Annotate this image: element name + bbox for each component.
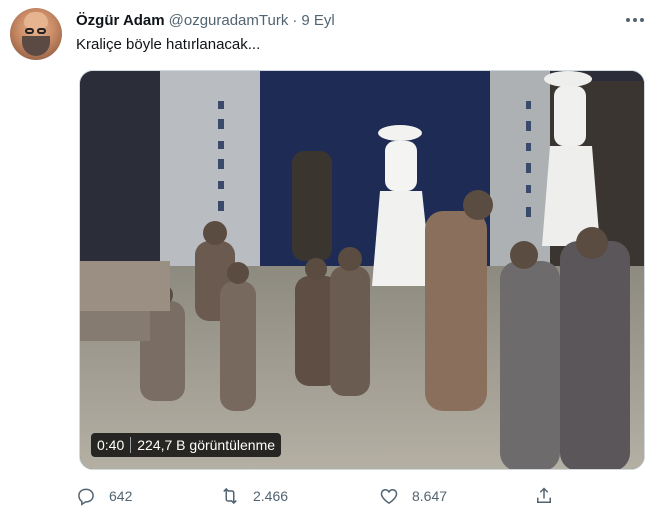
retweet-button[interactable]: 2.466: [220, 484, 288, 508]
tweet-header: Özgür Adam @ozguradamTurk · 9 Eyl: [76, 10, 335, 30]
share-button[interactable]: [534, 484, 554, 508]
more-dot: [633, 18, 637, 22]
tweet-actions: 642 2.466 8.647: [76, 484, 596, 508]
tweet-date[interactable]: 9 Eyl: [301, 12, 334, 29]
avatar-head: [24, 12, 48, 28]
video-player[interactable]: [79, 70, 645, 470]
separator-dot: ·: [292, 11, 298, 29]
heart-icon: [380, 488, 398, 504]
view-count: 224,7 B görüntülenme: [137, 437, 276, 453]
more-options-button[interactable]: [621, 10, 649, 30]
more-dot: [640, 18, 644, 22]
user-handle[interactable]: @ozguradamTurk: [169, 12, 289, 29]
avatar-glasses-right: [37, 28, 46, 34]
like-count: 8.647: [412, 488, 448, 504]
display-name[interactable]: Özgür Adam: [76, 12, 165, 29]
share-icon: [537, 487, 551, 503]
reply-icon: [78, 488, 94, 506]
retweet-count: 2.466: [253, 488, 289, 504]
retweet-icon: [223, 487, 237, 505]
video-frame: [80, 71, 644, 469]
avatar-beard: [22, 36, 50, 56]
badge-divider: [130, 437, 132, 453]
avatar[interactable]: [10, 8, 62, 60]
like-button[interactable]: 8.647: [379, 484, 447, 508]
more-horizontal-icon: [626, 18, 630, 22]
video-duration: 0:40: [97, 437, 125, 453]
avatar-glasses-left: [25, 28, 34, 34]
tweet-text: Kraliçe böyle hatırlanacak...: [76, 36, 261, 53]
reply-count: 642: [109, 488, 133, 504]
tweet[interactable]: Özgür Adam @ozguradamTurk · 9 Eyl Kraliç…: [0, 0, 665, 514]
video-badge: 0:40 224,7 B görüntülenme: [91, 433, 282, 457]
reply-button[interactable]: 642: [76, 484, 132, 508]
